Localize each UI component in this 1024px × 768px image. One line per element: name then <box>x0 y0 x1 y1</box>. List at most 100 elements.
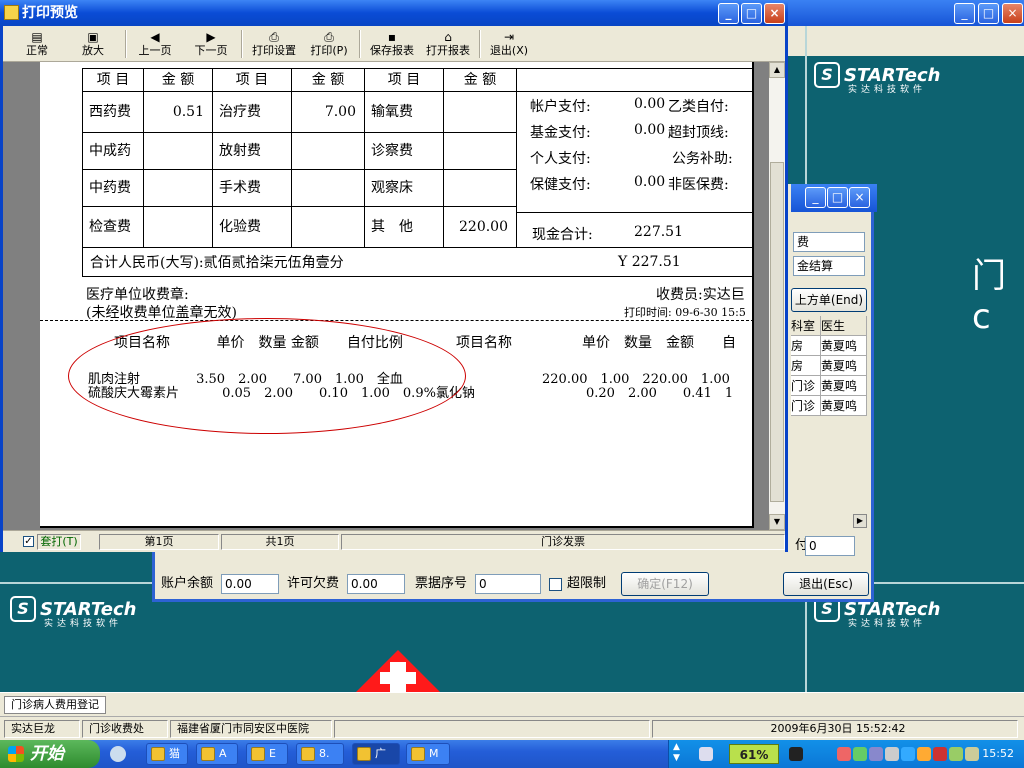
dialog-minimize-button[interactable]: _ <box>805 187 826 208</box>
amount-cell <box>291 169 365 207</box>
clock[interactable]: 15:52 <box>982 740 1014 768</box>
exit-button[interactable]: ⇥ 退出(X) <box>487 28 531 60</box>
pay-input[interactable]: 0 <box>805 536 855 556</box>
battery-indicator[interactable]: 61% <box>729 744 779 764</box>
keyboard-icon[interactable] <box>699 747 713 761</box>
start-button[interactable]: 开始 <box>0 740 100 768</box>
printer-setup-icon: ⎙ <box>269 30 279 44</box>
taskbar: 开始 猫 A E 8. 广 M ▲ ▼ 61% 15:52 <box>0 740 1024 768</box>
header-cell: 项 目 <box>82 68 144 92</box>
debt-input[interactable]: 0.00 <box>347 574 405 594</box>
toolbar-separator <box>359 30 361 58</box>
cash-total-value: 227.51 <box>634 224 683 240</box>
amount-cell <box>291 132 365 170</box>
red-cross-icon <box>356 650 440 692</box>
power-plug-icon[interactable] <box>789 747 803 761</box>
open-report-button[interactable]: ⌂ 打开报表 <box>423 28 473 60</box>
taskbar-app-button[interactable]: M <box>406 743 450 765</box>
taskbar-app-button[interactable]: 8. <box>296 743 344 765</box>
table-row[interactable]: 门诊 黄夏鸣 <box>791 376 869 396</box>
fee-field[interactable]: 费 <box>793 232 865 252</box>
scroll-up-button[interactable]: ▲ <box>769 62 785 78</box>
browser-icon[interactable] <box>110 746 126 762</box>
tray-icon[interactable] <box>949 747 963 761</box>
grid-header: 科室 医生 <box>791 316 869 336</box>
page-icon: ▤ <box>31 30 43 44</box>
status-user: 实达巨龙 <box>4 720 80 738</box>
overlay-print-checkbox[interactable]: ✓ <box>23 536 34 547</box>
minimize-button[interactable]: _ <box>718 3 739 24</box>
normal-button[interactable]: ▤ 正常 <box>21 28 53 60</box>
taskbar-app-button[interactable]: 猫 <box>146 743 188 765</box>
background-close-button[interactable]: × <box>1002 3 1023 24</box>
vertical-scrollbar[interactable]: ▲ ▼ <box>769 62 785 530</box>
tray-icon[interactable] <box>933 747 947 761</box>
amount-cell: 220.00 <box>443 206 517 248</box>
amount-cell <box>143 169 213 207</box>
tray-icon[interactable] <box>853 747 867 761</box>
tray-icon[interactable] <box>837 747 851 761</box>
ticket-input[interactable]: 0 <box>475 574 541 594</box>
ticket-label: 票据序号 <box>415 576 468 591</box>
zoom-button[interactable]: ▣ 放大 <box>77 28 109 60</box>
tray-icon[interactable] <box>885 747 899 761</box>
background-maximize-button[interactable]: □ <box>978 3 999 24</box>
taskbar-app-button[interactable]: E <box>246 743 288 765</box>
close-button[interactable]: × <box>764 3 785 24</box>
item-cell: 诊察费 <box>364 132 444 170</box>
taskbar-app-button[interactable]: 广 <box>352 743 400 765</box>
confirm-button[interactable]: 确定(F12) <box>621 572 709 596</box>
save-report-button[interactable]: ▪ 保存报表 <box>367 28 417 60</box>
page-indicator: 第1页 <box>99 534 219 550</box>
print-button[interactable]: ⎙ 打印(P) <box>307 28 351 60</box>
tray-icon[interactable] <box>901 747 915 761</box>
dialog-maximize-button[interactable]: □ <box>827 187 848 208</box>
prev-page-button[interactable]: ◀ 上一页 <box>135 28 175 60</box>
red-ellipse-annotation <box>68 318 466 434</box>
tray-icon[interactable] <box>965 747 979 761</box>
amount-cell: 7.00 <box>291 91 365 133</box>
amount-cell <box>443 169 517 207</box>
exit-button[interactable]: 退出(Esc) <box>783 572 869 596</box>
background-minimize-button[interactable]: _ <box>954 3 975 24</box>
background-titlebar: _ □ × <box>786 0 1024 26</box>
dialog-close-button[interactable]: × <box>849 187 870 208</box>
tray-icon[interactable] <box>917 747 931 761</box>
app-icon <box>251 747 265 761</box>
payment-value: 0.00 <box>634 96 666 112</box>
scroll-down-button[interactable]: ▼ <box>769 514 785 530</box>
amount-cell <box>291 206 365 248</box>
over-limit-label: 超限制 <box>567 576 607 591</box>
print-time: 打印时间: 09-6-30 15:5 <box>624 306 746 319</box>
document-name: 门诊发票 <box>341 534 785 550</box>
settlement-field[interactable]: 金结算 <box>793 256 865 276</box>
scroll-thumb[interactable] <box>770 162 784 502</box>
windows-logo-icon <box>8 746 24 762</box>
table-row[interactable]: 门诊 黄夏鸣 <box>791 396 869 416</box>
payment-label: 帐户支付: <box>530 99 591 115</box>
table-row[interactable]: 房黄夏鸣 <box>791 356 869 376</box>
taskbar-app-button[interactable]: A <box>196 743 238 765</box>
table-row[interactable]: 房黄夏鸣 <box>791 336 869 356</box>
maximize-button[interactable]: □ <box>741 3 762 24</box>
end-button[interactable]: 上方单(End) <box>791 288 867 312</box>
total-yen: Y 227.51 <box>618 254 681 270</box>
item-cell: 治疗费 <box>212 91 292 133</box>
payment-label: 基金支付: <box>530 125 591 141</box>
folder-open-icon: ⌂ <box>444 30 452 44</box>
over-limit-checkbox[interactable] <box>549 578 562 591</box>
balance-input[interactable]: 0.00 <box>221 574 279 594</box>
print-setup-button[interactable]: ⎙ 打印设置 <box>249 28 299 60</box>
tray-scroll-icon[interactable]: ▲ ▼ <box>673 742 680 764</box>
item-cell: 手术费 <box>212 169 292 207</box>
next-page-button[interactable]: ▶ 下一页 <box>191 28 231 60</box>
header-cell: 金 额 <box>291 68 365 92</box>
tray-icon[interactable] <box>869 747 883 761</box>
startech-logo: S STARTech 实达科技软件 <box>10 596 136 629</box>
status-department: 门诊收费处 <box>82 720 168 738</box>
tab-outpatient-fee[interactable]: 门诊病人费用登记 <box>4 696 106 714</box>
item-cell: 中药费 <box>82 169 144 207</box>
scroll-right-button[interactable]: ▶ <box>853 514 867 528</box>
print-preview-window: 打印预览 _ □ × ▤ 正常 ▣ 放大 ◀ 上一页 ▶ 下一页 ⎙ 打印设置 ⎙ 打印(P… <box>0 0 788 552</box>
toolbar: ▤ 正常 ▣ 放大 ◀ 上一页 ▶ 下一页 ⎙ 打印设置 ⎙ 打印(P) ▪ 保存报表 ⌂ 打开… <box>3 26 785 62</box>
